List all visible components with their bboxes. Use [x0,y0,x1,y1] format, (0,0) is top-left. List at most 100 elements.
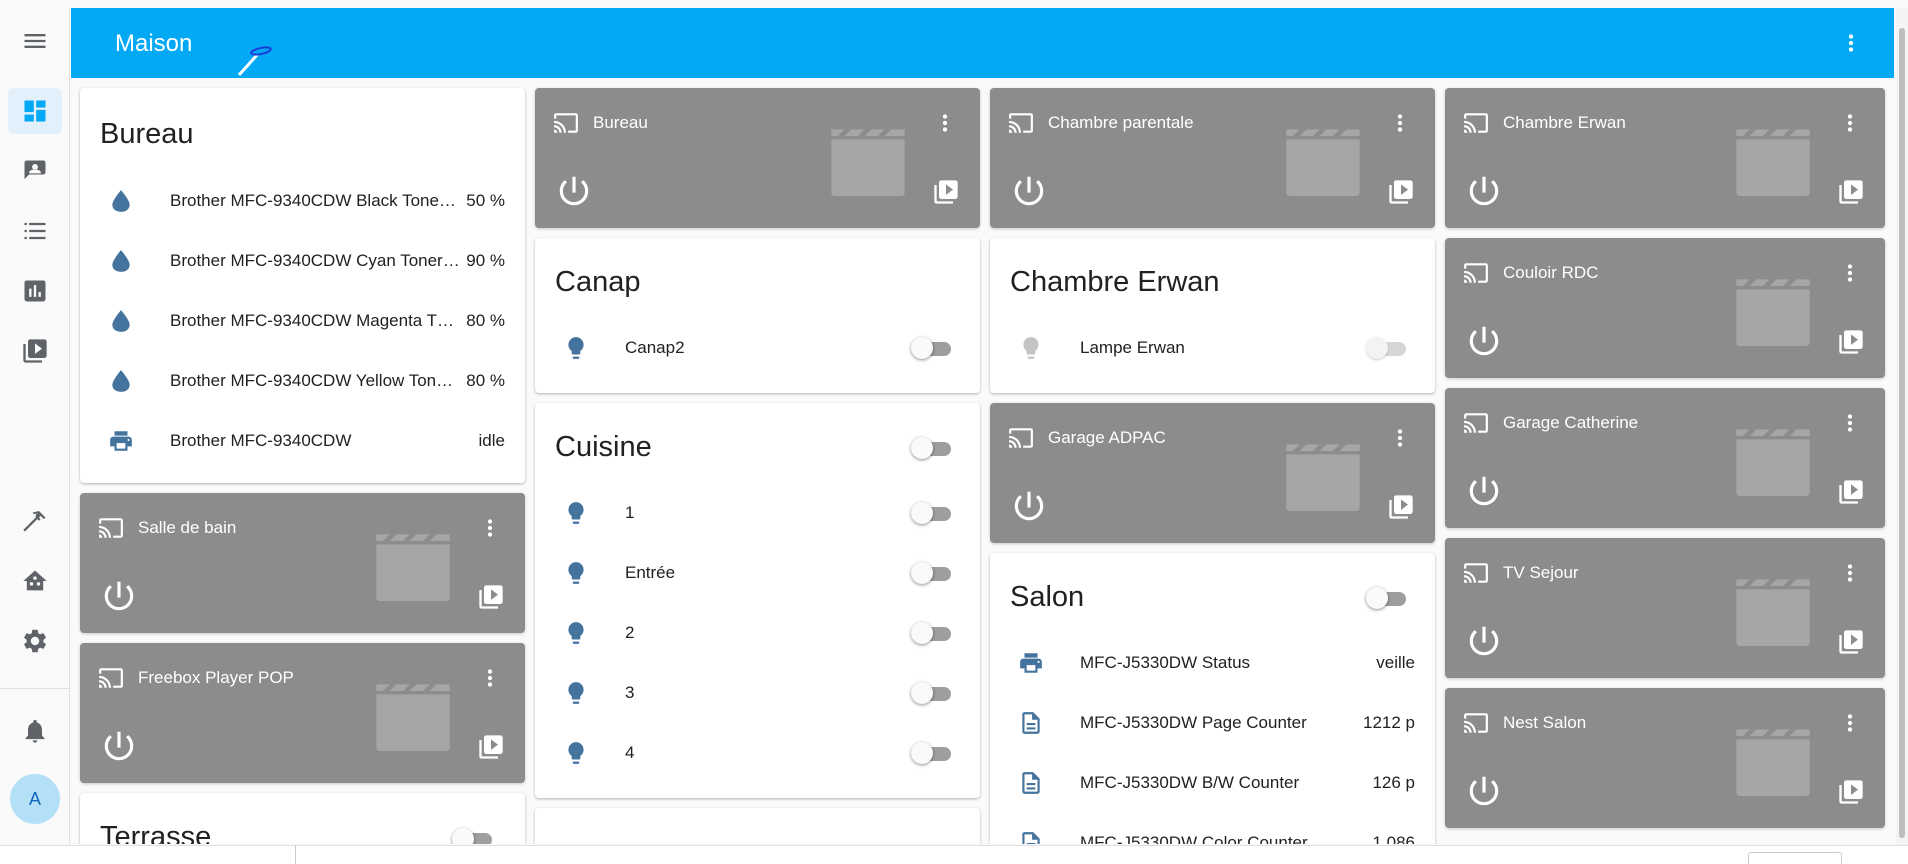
list-item[interactable]: MFC-J5330DW B/W Counter 126 p [990,763,1435,803]
power-button[interactable] [1465,772,1503,810]
list-item[interactable]: Entrée [535,553,980,593]
more-button[interactable] [1837,110,1863,136]
browse-media-button[interactable] [1837,328,1865,356]
entities-card-terrasse: Terrasse [80,793,525,844]
media-player-tv-sejour[interactable]: TV Sejour [1445,538,1885,678]
chart-icon [24,280,46,302]
browse-media-button[interactable] [477,583,505,611]
entity-name: 4 [625,743,635,762]
list-item[interactable]: Brother MFC-9340CDW Black Toner… 50 % [80,181,525,221]
light-toggle[interactable] [911,741,953,765]
bottom-tab[interactable] [1748,852,1842,864]
more-button[interactable] [1837,260,1863,286]
sidebar-item-developer-tools[interactable] [8,498,62,544]
play-box-icon [1387,493,1415,521]
page-scrollbar[interactable] [1899,28,1905,838]
more-button[interactable] [932,110,958,136]
lightbulb-icon [563,335,589,361]
media-player-salle-de-bain[interactable]: Salle de bain [80,493,525,633]
power-button[interactable] [1465,322,1503,360]
list-item[interactable]: MFC-J5330DW Status veille [990,643,1435,683]
list-item[interactable]: 3 [535,673,980,713]
light-toggle[interactable] [911,501,953,525]
more-button[interactable] [477,665,503,691]
media-player-garage-adpac[interactable]: Garage ADPAC [990,403,1435,543]
media-player-nest-salon[interactable]: Nest Salon [1445,688,1885,828]
more-button[interactable] [1387,425,1413,451]
list-item[interactable]: 2 [535,613,980,653]
sidebar-item-map[interactable] [8,148,62,194]
more-button[interactable] [477,515,503,541]
more-button[interactable] [1837,410,1863,436]
water-drop-icon [108,368,134,394]
sidebar-item-hacs[interactable] [8,558,62,604]
media-player-garage-catherine[interactable]: Garage Catherine [1445,388,1885,528]
list-item[interactable]: Brother MFC-9340CDW Cyan Toner … 90 % [80,241,525,281]
canap2-toggle[interactable] [911,336,953,360]
browse-media-button[interactable] [1387,178,1415,206]
music-art-icon [828,126,908,196]
more-button[interactable] [1387,110,1413,136]
power-button[interactable] [1465,622,1503,660]
media-player-bureau[interactable]: Bureau [535,88,980,228]
power-button[interactable] [1010,172,1048,210]
account-box-icon [24,160,46,180]
list-item[interactable]: 4 [535,733,980,773]
power-button[interactable] [1465,172,1503,210]
cast-icon [553,110,579,136]
power-button[interactable] [1465,472,1503,510]
list-item[interactable]: Canap2 [535,328,980,368]
play-box-icon [1387,178,1415,206]
sidebar-item-dashboard[interactable] [8,88,62,134]
list-item[interactable]: MFC-J5330DW Color Counter 1 086 [990,823,1435,844]
browse-media-button[interactable] [1837,478,1865,506]
entity-name: MFC-J5330DW Page Counter [1080,713,1307,732]
sidebar-item-settings[interactable] [8,618,62,664]
menu-button[interactable] [8,18,62,64]
browse-media-button[interactable] [1837,778,1865,806]
light-toggle[interactable] [911,561,953,585]
avatar[interactable]: A [10,774,60,824]
list-item[interactable]: Brother MFC-9340CDW Magenta T… 80 % [80,301,525,341]
media-player-chambre-erwan[interactable]: Chambre Erwan [1445,88,1885,228]
power-button[interactable] [555,172,593,210]
browse-media-button[interactable] [1387,493,1415,521]
power-button[interactable] [1010,487,1048,525]
list-item[interactable]: 1 [535,493,980,533]
entity-name: Lampe Erwan [1080,338,1185,357]
sidebar-item-logbook[interactable] [8,208,62,254]
light-toggle[interactable] [911,621,953,645]
music-art-icon [373,681,453,751]
water-drop-icon [108,188,134,214]
media-player-couloir-rdc[interactable]: Couloir RDC [1445,238,1885,378]
water-drop-icon [108,248,134,274]
list-item[interactable]: Brother MFC-9340CDW Yellow Ton… 80 % [80,361,525,401]
header-menu-button[interactable] [1838,30,1864,56]
power-button[interactable] [100,727,138,765]
cuisine-group-toggle[interactable] [911,436,953,460]
list-icon [24,222,46,240]
power-button[interactable] [100,577,138,615]
browse-media-button[interactable] [477,733,505,761]
more-button[interactable] [1837,560,1863,586]
media-player-freebox[interactable]: Freebox Player POP [80,643,525,783]
sidebar-item-history[interactable] [8,268,62,314]
lampe-erwan-toggle[interactable] [1366,336,1408,360]
salon-group-toggle[interactable] [1366,586,1408,610]
play-box-icon [1837,478,1865,506]
browse-media-button[interactable] [932,178,960,206]
entity-name: Canap2 [625,338,685,357]
light-toggle[interactable] [911,681,953,705]
entity-state: 90 % [466,251,505,270]
browse-media-button[interactable] [1837,178,1865,206]
list-item[interactable]: Brother MFC-9340CDW idle [80,421,525,461]
media-player-name: Nest Salon [1503,713,1587,732]
list-item[interactable]: Lampe Erwan [990,328,1435,368]
more-button[interactable] [1837,710,1863,736]
browse-media-button[interactable] [1837,628,1865,656]
sidebar-item-media[interactable] [8,328,62,374]
list-item[interactable]: MFC-J5330DW Page Counter 1212 p [990,703,1435,743]
media-player-chambre-parentale[interactable]: Chambre parentale [990,88,1435,228]
sidebar-item-notifications[interactable] [8,708,62,754]
terrasse-toggle[interactable] [452,827,494,844]
